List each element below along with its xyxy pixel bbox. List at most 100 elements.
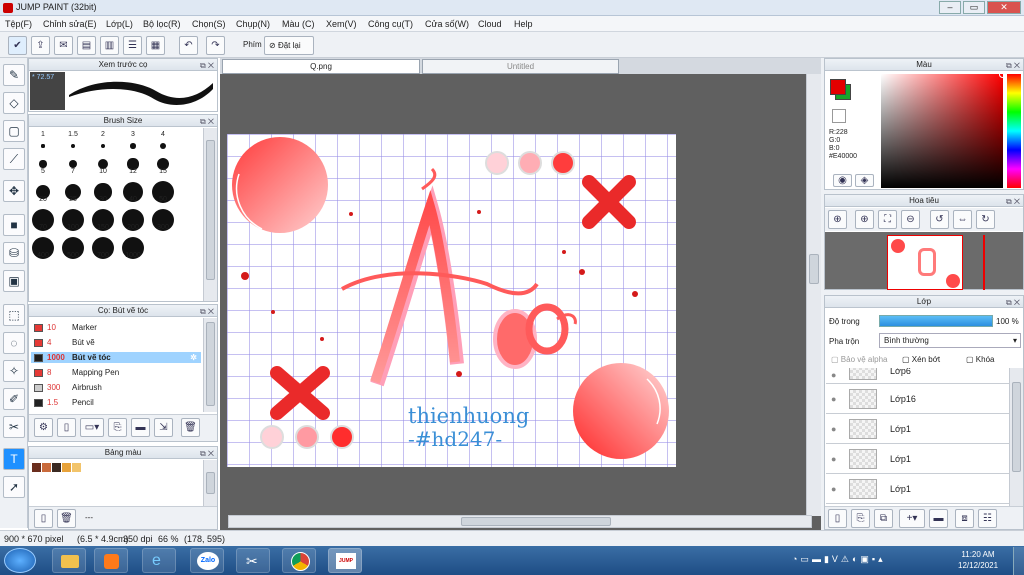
brush-list-scrollbar[interactable] <box>203 318 217 412</box>
menu-select[interactable]: Chọn(S) <box>192 19 226 29</box>
layer-options-icon[interactable]: ☷ <box>978 509 997 528</box>
document-icon[interactable]: ▥ <box>100 36 119 55</box>
brush-size-dot[interactable] <box>100 143 106 149</box>
show-desktop-button[interactable] <box>1013 547 1024 575</box>
undock-icon[interactable]: ⧉ ✕ <box>1006 297 1020 309</box>
scroll-thumb[interactable] <box>206 322 215 406</box>
chrome-icon[interactable] <box>282 548 316 573</box>
flip-icon[interactable]: ⇔ <box>953 210 972 229</box>
folder-icon[interactable]: ▬ <box>131 418 150 437</box>
tab-q-png[interactable]: Q.png <box>222 59 420 74</box>
menu-capture[interactable]: Chụp(N) <box>236 19 270 29</box>
rotate-right-icon[interactable]: ↻ <box>976 210 995 229</box>
jump-paint-icon[interactable]: JUMP <box>328 548 362 573</box>
eraser-tool-icon[interactable]: ◇ <box>3 92 25 114</box>
menu-tools[interactable]: Công cụ(T) <box>368 19 413 29</box>
file-explorer-icon[interactable] <box>52 548 86 573</box>
menu-window[interactable]: Cửa số(W) <box>425 19 469 29</box>
panel-icon[interactable]: ▤ <box>77 36 96 55</box>
visibility-icon[interactable]: ● <box>831 370 836 380</box>
folder-icon[interactable]: ▬ <box>929 509 948 528</box>
scroll-thumb[interactable] <box>206 472 215 494</box>
close-button[interactable]: ✕ <box>987 1 1021 14</box>
merge-icon[interactable]: ⧈ <box>955 509 974 528</box>
layer-row[interactable]: ● Lớp1 <box>826 415 1009 444</box>
brush-item-mapping-pen[interactable]: 8 Mapping Pen <box>31 367 201 378</box>
brush-tool-icon[interactable]: ✎ <box>3 64 25 86</box>
eyedropper-icon[interactable]: ◈ <box>855 174 874 187</box>
visibility-icon[interactable]: ● <box>831 454 836 464</box>
line-tool-icon[interactable]: ⟋ <box>3 148 25 170</box>
eye-icon[interactable]: ◉ <box>833 174 852 187</box>
lasso-icon[interactable]: ◌ <box>3 332 25 354</box>
share-icon[interactable]: ⇪ <box>31 36 50 55</box>
scroll-thumb[interactable] <box>461 517 611 526</box>
select-eraser-icon[interactable]: ✂ <box>3 416 25 438</box>
new-layer-icon[interactable]: ▯ <box>828 509 847 528</box>
brush-size-dot[interactable] <box>159 142 167 150</box>
rotate-left-icon[interactable]: ↺ <box>930 210 949 229</box>
hue-slider[interactable] <box>1007 74 1021 188</box>
brush-settings-icon[interactable]: ⚙ <box>34 418 53 437</box>
layer-row[interactable]: ● Lớp1 <box>826 445 1009 474</box>
zalo-icon[interactable]: Zalo <box>190 548 224 573</box>
saturation-value-picker[interactable] <box>881 71 1006 188</box>
undock-icon[interactable]: ⧉ ✕ <box>1006 60 1020 72</box>
grid-icon[interactable]: ▦ <box>146 36 165 55</box>
canvas-hscroll[interactable] <box>228 515 812 528</box>
redo-icon[interactable]: ↷ <box>206 36 225 55</box>
brush-size-dot[interactable] <box>130 143 136 149</box>
comment-icon[interactable]: ✉ <box>54 36 73 55</box>
bucket-tool-icon[interactable]: ⛁ <box>3 242 25 264</box>
fg-color-swatch[interactable] <box>830 79 846 95</box>
operation-tool-icon[interactable]: ➚ <box>3 476 25 498</box>
undock-icon[interactable]: ⧉ ✕ <box>200 306 214 318</box>
brush-size-dot[interactable] <box>68 159 78 169</box>
navigator-preview[interactable] <box>825 232 1023 290</box>
internet-explorer-icon[interactable]: e <box>142 548 176 573</box>
menu-layer[interactable]: Lớp(L) <box>106 19 133 29</box>
minimize-button[interactable]: – <box>939 1 961 14</box>
clock[interactable]: 11:20 AM 12/12/2021 <box>958 549 998 571</box>
zoom-out-icon[interactable]: ⊖ <box>901 210 920 229</box>
magic-wand-icon[interactable]: ✧ <box>3 360 25 382</box>
visibility-icon[interactable]: ● <box>831 394 836 404</box>
menu-cloud[interactable]: Cloud <box>478 19 502 29</box>
palette-swatch[interactable] <box>72 463 81 472</box>
brush-item-marker[interactable]: 10 Marker <box>31 322 201 333</box>
system-tray-icons[interactable]: ◔▭▬▮V⚠◐▣▪▴ <box>792 554 886 565</box>
add-color-icon[interactable]: ▯ <box>34 509 53 528</box>
blend-mode-select[interactable]: Bình thường ▾ <box>879 333 1021 348</box>
visibility-icon[interactable]: ● <box>831 484 836 494</box>
drawing-canvas[interactable]: thienhuong -#hd247- <box>227 134 676 467</box>
start-button[interactable] <box>4 548 36 573</box>
layer-row[interactable]: ● Lớp16 <box>826 385 1009 414</box>
brush-size-scrollbar[interactable] <box>203 128 217 301</box>
brush-type-icon[interactable]: ▭▾ <box>80 418 104 437</box>
undo-icon[interactable]: ↶ <box>179 36 198 55</box>
select-pen-icon[interactable]: ✐ <box>3 388 25 410</box>
add-layer-menu-icon[interactable]: +▾ <box>899 509 925 528</box>
scroll-thumb[interactable] <box>206 140 215 280</box>
new-brush-icon[interactable]: ▯ <box>57 418 76 437</box>
visibility-icon[interactable]: ● <box>831 424 836 434</box>
trash-icon[interactable]: 🗑 <box>181 418 200 437</box>
alpha-protect-checkbox[interactable]: ▢ Bảo vệ alpha <box>831 355 887 364</box>
list-icon[interactable]: ☰ <box>123 36 142 55</box>
gradient-tool-icon[interactable]: ▣ <box>3 270 25 292</box>
menu-view[interactable]: Xem(V) <box>326 19 357 29</box>
palette-swatch[interactable] <box>32 463 41 472</box>
canvas-vscroll[interactable] <box>806 74 821 516</box>
menu-color[interactable]: Màu (C) <box>282 19 315 29</box>
move-tool-icon[interactable]: ✥ <box>3 180 25 202</box>
gear-icon[interactable]: ✲ <box>190 352 197 363</box>
brush-item-airbrush[interactable]: 300 Airbrush <box>31 382 201 393</box>
select-rect-icon[interactable]: ⬚ <box>3 304 25 326</box>
undock-icon[interactable]: ⧉ ✕ <box>200 60 214 72</box>
undock-icon[interactable]: ⧉ ✕ <box>200 448 214 460</box>
zoom-in-icon[interactable]: ⊕ <box>855 210 874 229</box>
palette-swatch[interactable] <box>62 463 71 472</box>
brush-item-hair-pen[interactable]: 1000 Bút vẽ tóc ✲ <box>31 352 201 363</box>
brush-item-pen[interactable]: 4 Bút vẽ <box>31 337 201 348</box>
fill-shape-icon[interactable]: ■ <box>3 214 25 236</box>
